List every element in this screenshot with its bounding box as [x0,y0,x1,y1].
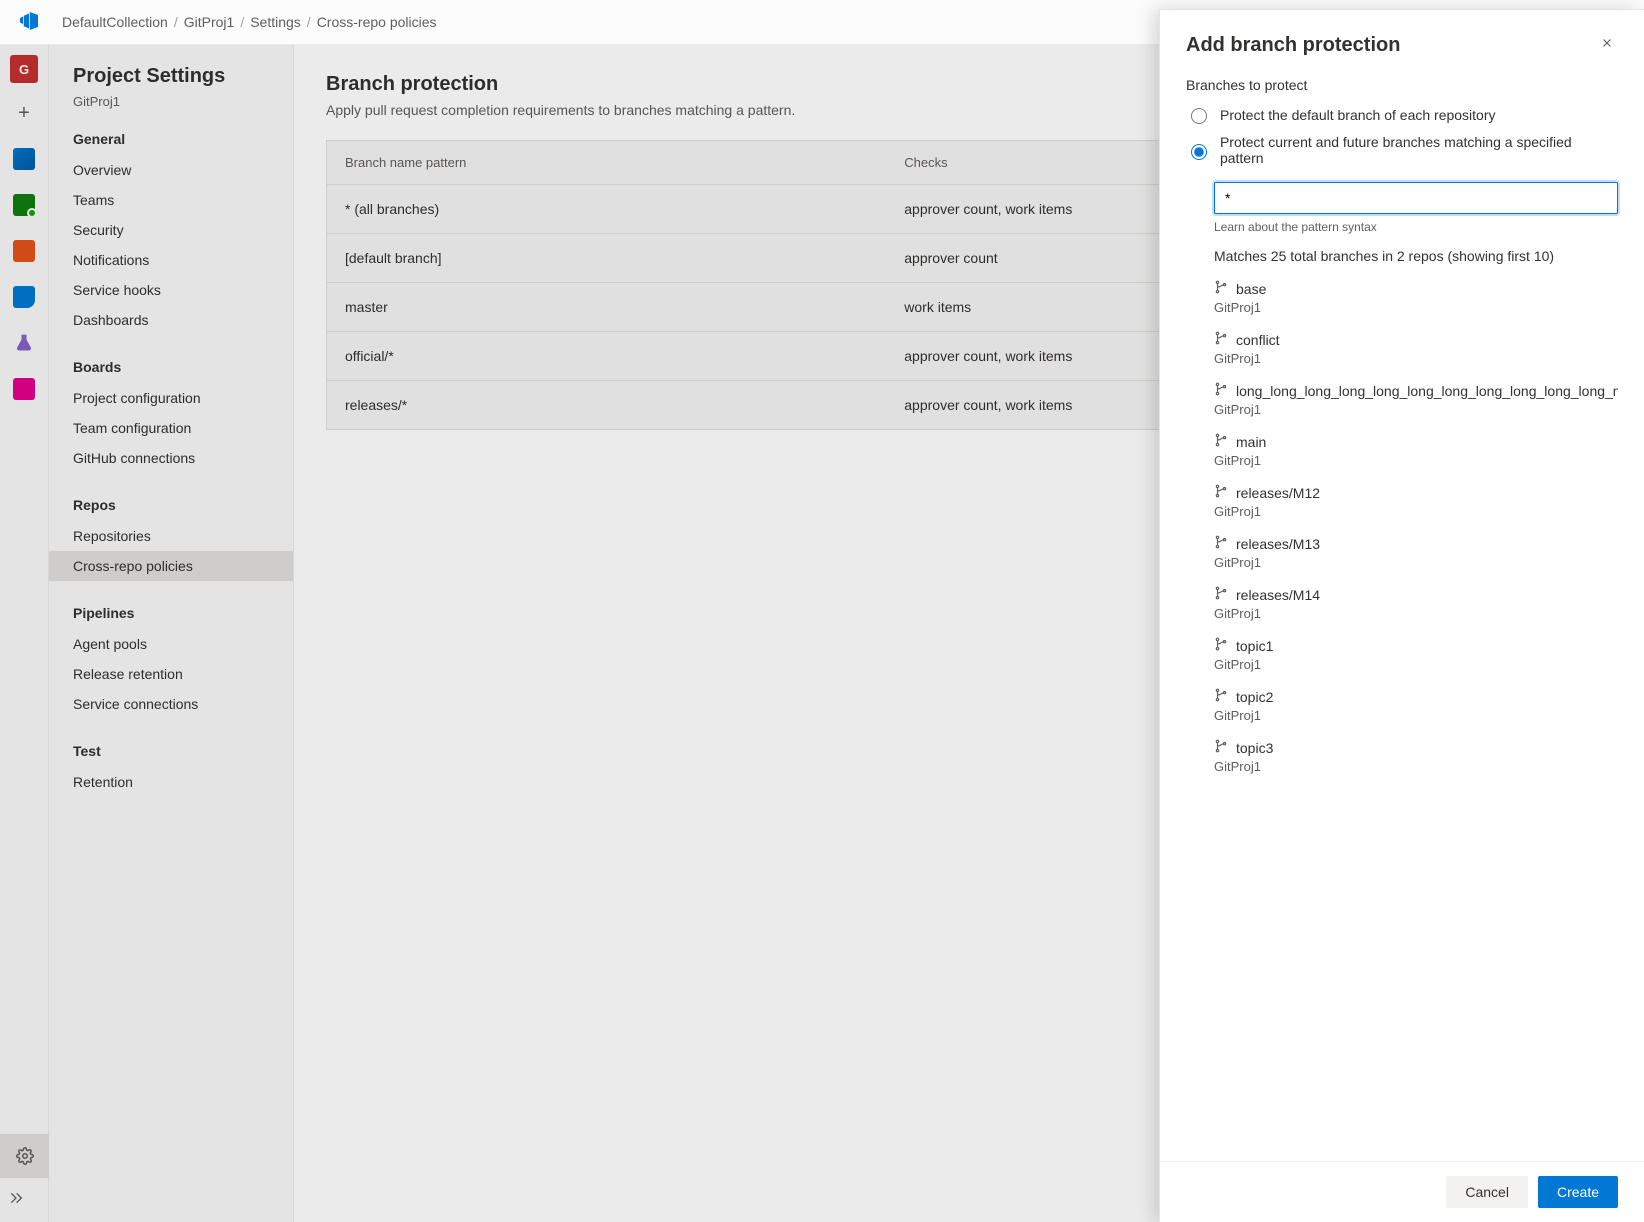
artifacts-rail-icon[interactable] [8,373,40,405]
branch-name: releases/M14 [1236,587,1320,603]
cancel-button[interactable]: Cancel [1446,1176,1528,1208]
radio-default-branch[interactable]: Protect the default branch of each repos… [1186,105,1618,124]
radio-default-branch-input[interactable] [1191,108,1207,124]
sidebar-title: Project Settings [73,65,293,88]
breadcrumb-section[interactable]: Settings [250,14,301,30]
branch-icon [1214,382,1228,399]
branch-name: base [1236,281,1266,297]
expand-rail-icon[interactable] [0,1182,32,1214]
match-summary: Matches 25 total branches in 2 repos (sh… [1214,248,1618,264]
sidebar-item-security[interactable]: Security [49,215,293,245]
close-icon[interactable] [1596,32,1618,59]
azure-devops-logo-icon[interactable] [12,12,46,33]
branch-match-item: topic3 GitProj1 [1214,739,1618,774]
radio-pattern[interactable]: Protect current and future branches matc… [1186,134,1618,166]
create-button[interactable]: Create [1538,1176,1618,1208]
branch-repo: GitProj1 [1214,759,1618,774]
cell-pattern: master [327,283,887,332]
sidebar-item-service-hooks[interactable]: Service hooks [49,275,293,305]
sidebar-item-team-configuration[interactable]: Team configuration [49,413,293,443]
branch-name: releases/M13 [1236,536,1320,552]
branch-name: topic1 [1236,638,1273,654]
sidebar-item-dashboards[interactable]: Dashboards [49,305,293,335]
branch-name: topic2 [1236,689,1273,705]
branch-match-item: releases/M13 GitProj1 [1214,535,1618,570]
branch-repo: GitProj1 [1214,657,1618,672]
sidebar-item-notifications[interactable]: Notifications [49,245,293,275]
sidebar-item-overview[interactable]: Overview [49,155,293,185]
sidebar-item-agent-pools[interactable]: Agent pools [49,629,293,659]
branch-icon [1214,637,1228,654]
branch-match-item: topic1 GitProj1 [1214,637,1618,672]
boards-rail-icon[interactable] [8,189,40,221]
sidebar-group-header: Pipelines [73,605,293,621]
branch-icon [1214,433,1228,450]
branch-name: main [1236,434,1266,450]
branch-match-item: releases/M14 GitProj1 [1214,586,1618,621]
sidebar-item-release-retention[interactable]: Release retention [49,659,293,689]
sidebar-item-cross-repo-policies[interactable]: Cross-repo policies [49,551,293,581]
branch-icon [1214,484,1228,501]
branch-match-item: topic2 GitProj1 [1214,688,1618,723]
branch-icon [1214,280,1228,297]
cell-pattern: * (all branches) [327,185,887,234]
settings-sidebar: Project Settings GitProj1 General Overvie… [49,45,294,1222]
cell-pattern: official/* [327,332,887,381]
sidebar-group-header: Repos [73,497,293,513]
overview-rail-icon[interactable] [8,143,40,175]
branch-icon [1214,586,1228,603]
sidebar-item-service-connections[interactable]: Service connections [49,689,293,719]
branch-name: topic3 [1236,740,1273,756]
branch-repo: GitProj1 [1214,402,1618,417]
repos-rail-icon[interactable] [8,235,40,267]
left-rail: G + [0,45,49,1222]
breadcrumb-project[interactable]: GitProj1 [184,14,235,30]
branch-repo: GitProj1 [1214,504,1618,519]
breadcrumb-page[interactable]: Cross-repo policies [317,14,437,30]
branch-icon [1214,688,1228,705]
sidebar-item-teams[interactable]: Teams [49,185,293,215]
pipelines-rail-icon[interactable] [8,281,40,313]
branch-icon [1214,739,1228,756]
branch-match-item: main GitProj1 [1214,433,1618,468]
panel-title: Add branch protection [1186,34,1400,57]
branch-icon [1214,535,1228,552]
add-icon[interactable]: + [8,97,40,129]
col-pattern: Branch name pattern [327,141,887,185]
branch-match-item: base GitProj1 [1214,280,1618,315]
branch-match-item: conflict GitProj1 [1214,331,1618,366]
sidebar-item-github-connections[interactable]: GitHub connections [49,443,293,473]
sidebar-group-header: General [73,131,293,147]
sidebar-group-header: Boards [73,359,293,375]
pattern-input[interactable] [1214,182,1618,214]
breadcrumb-collection[interactable]: DefaultCollection [62,14,168,30]
branch-repo: GitProj1 [1214,453,1618,468]
cell-pattern: [default branch] [327,234,887,283]
branch-match-item: long_long_long_long_long_long_long_long_… [1214,382,1618,417]
branch-repo: GitProj1 [1214,606,1618,621]
add-branch-protection-panel: Add branch protection Branches to protec… [1159,9,1644,1222]
sidebar-group-header: Test [73,743,293,759]
branch-repo: GitProj1 [1214,708,1618,723]
sidebar-item-project-configuration[interactable]: Project configuration [49,383,293,413]
settings-rail-icon[interactable] [0,1134,49,1178]
sidebar-item-repositories[interactable]: Repositories [49,521,293,551]
sidebar-item-retention[interactable]: Retention [49,767,293,797]
branch-repo: GitProj1 [1214,351,1618,366]
breadcrumb: DefaultCollection / GitProj1 / Settings … [62,14,437,30]
pattern-syntax-help-link[interactable]: Learn about the pattern syntax [1214,220,1618,234]
cell-pattern: releases/* [327,381,887,430]
branch-repo: GitProj1 [1214,555,1618,570]
branch-name: long_long_long_long_long_long_long_long_… [1236,383,1618,399]
branch-match-item: releases/M12 GitProj1 [1214,484,1618,519]
branch-name: releases/M12 [1236,485,1320,501]
branch-repo: GitProj1 [1214,300,1618,315]
branches-to-protect-label: Branches to protect [1186,77,1618,93]
project-avatar[interactable]: G [10,55,38,83]
sidebar-project-label: GitProj1 [73,94,293,109]
branch-icon [1214,331,1228,348]
radio-pattern-input[interactable] [1191,144,1207,160]
test-plans-rail-icon[interactable] [8,327,40,359]
branch-name: conflict [1236,332,1280,348]
